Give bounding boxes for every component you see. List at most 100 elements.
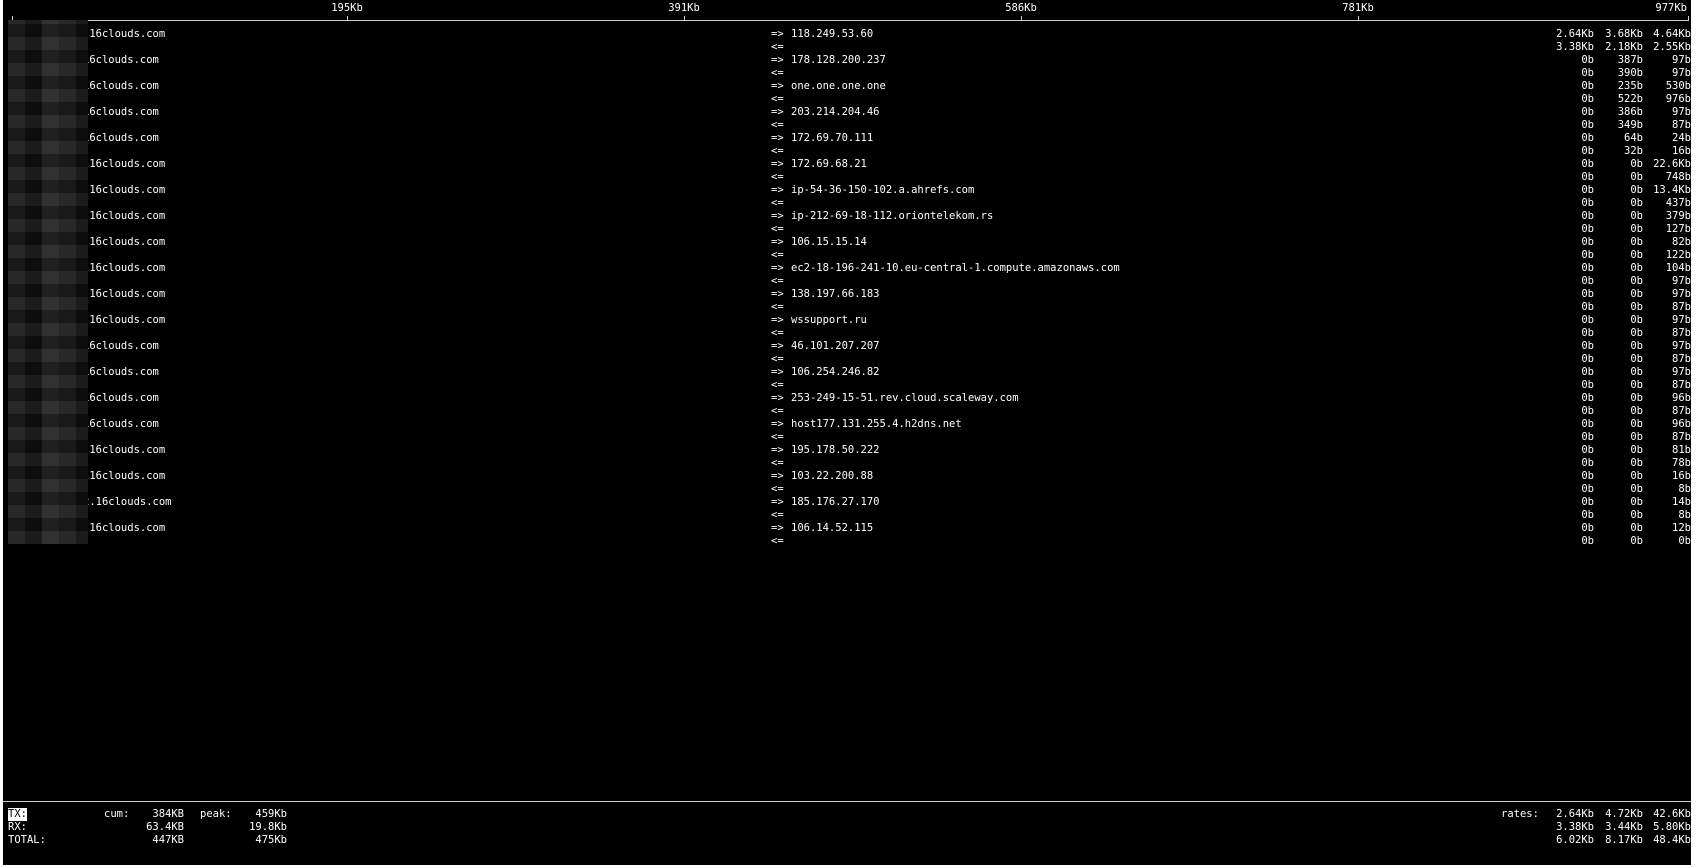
scale-tick-label: 586Kb xyxy=(1005,2,1037,14)
cum-total-value: 447KB xyxy=(152,834,184,846)
recv-rate-10s: 0b xyxy=(1630,431,1643,443)
recv-rate-10s: 0b xyxy=(1630,457,1643,469)
total-label: TOTAL: xyxy=(8,834,46,846)
recv-rate-10s: 0b xyxy=(1630,275,1643,287)
sent-rate-40s: 96b xyxy=(1672,418,1691,430)
remote-host: 203.214.204.46 xyxy=(791,106,880,118)
recv-rate-40s: 127b xyxy=(1665,223,1691,235)
recv-rate-10s: 0b xyxy=(1630,379,1643,391)
remote-host: 103.22.200.88 xyxy=(791,470,874,482)
recv-rate-10s: 522b xyxy=(1617,93,1643,105)
sent-rate-2s: 0b xyxy=(1581,496,1594,508)
arrow-out: => xyxy=(771,236,784,248)
recv-rate-10s: 0b xyxy=(1630,197,1643,209)
arrow-in: <= xyxy=(771,41,784,53)
sent-rate-40s: 97b xyxy=(1672,340,1691,352)
sent-rate-2s: 0b xyxy=(1581,418,1594,430)
rate-rx-2s: 3.38Kb xyxy=(1556,821,1594,833)
sent-rate-40s: 22.6Kb xyxy=(1653,158,1691,170)
recv-rate-40s: 0b xyxy=(1678,535,1691,547)
local-host: 16clouds.com xyxy=(83,106,159,118)
arrow-out: => xyxy=(771,158,784,170)
sent-rate-10s: 0b xyxy=(1630,418,1643,430)
scale-tick-mark xyxy=(347,16,348,21)
sent-rate-10s: 235b xyxy=(1617,80,1643,92)
arrow-out: => xyxy=(771,80,784,92)
sent-rate-2s: 0b xyxy=(1581,184,1594,196)
sent-rate-2s: 0b xyxy=(1581,262,1594,274)
recv-rate-2s: 0b xyxy=(1581,353,1594,365)
local-host: 16clouds.com xyxy=(83,132,159,144)
recv-rate-40s: 748b xyxy=(1665,171,1691,183)
cum-tx-value: 384KB xyxy=(152,808,184,820)
sent-rate-40s: 4.64Kb xyxy=(1653,28,1691,40)
sent-rate-40s: 81b xyxy=(1672,444,1691,456)
tx-label: TX: xyxy=(8,808,27,821)
footer-divider xyxy=(3,801,1691,802)
scale-axis-line xyxy=(12,20,1689,21)
sent-rate-10s: 0b xyxy=(1630,158,1643,170)
sent-rate-40s: 97b xyxy=(1672,366,1691,378)
recv-rate-40s: 2.55Kb xyxy=(1653,41,1691,53)
recv-rate-10s: 32b xyxy=(1624,145,1643,157)
sent-rate-10s: 0b xyxy=(1630,314,1643,326)
arrow-in: <= xyxy=(771,145,784,157)
sent-rate-2s: 2.64Kb xyxy=(1556,28,1594,40)
sent-rate-2s: 0b xyxy=(1581,158,1594,170)
local-host: .16clouds.com xyxy=(83,288,166,300)
scale-tick-mark xyxy=(684,16,685,21)
scale-tick-label: 391Kb xyxy=(668,2,700,14)
rate-tx-40s: 42.6Kb xyxy=(1653,808,1691,820)
recv-rate-2s: 0b xyxy=(1581,171,1594,183)
sent-rate-10s: 0b xyxy=(1630,288,1643,300)
local-host: .16clouds.com xyxy=(83,28,166,40)
arrow-out: => xyxy=(771,132,784,144)
arrow-in: <= xyxy=(771,67,784,79)
remote-host: 172.69.70.111 xyxy=(791,132,874,144)
sent-rate-2s: 0b xyxy=(1581,288,1594,300)
sent-rate-40s: 97b xyxy=(1672,106,1691,118)
sent-rate-2s: 0b xyxy=(1581,236,1594,248)
recv-rate-2s: 0b xyxy=(1581,93,1594,105)
local-host: .16clouds.com xyxy=(83,184,166,196)
recv-rate-40s: 87b xyxy=(1672,405,1691,417)
sent-rate-40s: 12b xyxy=(1672,522,1691,534)
arrow-out: => xyxy=(771,184,784,196)
local-host: .16clouds.com xyxy=(83,444,166,456)
local-host: 16clouds.com xyxy=(83,392,159,404)
arrow-out: => xyxy=(771,28,784,40)
sent-rate-2s: 0b xyxy=(1581,366,1594,378)
recv-rate-40s: 87b xyxy=(1672,379,1691,391)
arrow-in: <= xyxy=(771,93,784,105)
sent-rate-10s: 0b xyxy=(1630,184,1643,196)
remote-host: 172.69.68.21 xyxy=(791,158,867,170)
local-host: 2.16clouds.com xyxy=(83,496,172,508)
sent-rate-10s: 0b xyxy=(1630,236,1643,248)
rate-total-40s: 48.4Kb xyxy=(1653,834,1691,846)
sent-rate-40s: 14b xyxy=(1672,496,1691,508)
local-host: .16clouds.com xyxy=(83,236,166,248)
arrow-out: => xyxy=(771,496,784,508)
recv-rate-2s: 3.38Kb xyxy=(1556,41,1594,53)
local-host: 16clouds.com xyxy=(83,366,159,378)
sent-rate-10s: 0b xyxy=(1630,444,1643,456)
arrow-in: <= xyxy=(771,431,784,443)
sent-rate-2s: 0b xyxy=(1581,106,1594,118)
recv-rate-40s: 437b xyxy=(1665,197,1691,209)
arrow-in: <= xyxy=(771,301,784,313)
rate-tx-10s: 4.72Kb xyxy=(1605,808,1643,820)
recv-rate-10s: 0b xyxy=(1630,249,1643,261)
recv-rate-40s: 87b xyxy=(1672,327,1691,339)
sent-rate-40s: 379b xyxy=(1665,210,1691,222)
arrow-in: <= xyxy=(771,535,784,547)
recv-rate-10s: 2.18Kb xyxy=(1605,41,1643,53)
arrow-out: => xyxy=(771,210,784,222)
remote-host: ip-54-36-150-102.a.ahrefs.com xyxy=(791,184,975,196)
sent-rate-2s: 0b xyxy=(1581,80,1594,92)
arrow-in: <= xyxy=(771,509,784,521)
arrow-in: <= xyxy=(771,223,784,235)
recv-rate-10s: 0b xyxy=(1630,509,1643,521)
sent-rate-10s: 64b xyxy=(1624,132,1643,144)
scale-tick-mark xyxy=(1688,16,1689,21)
recv-rate-40s: 8b xyxy=(1678,509,1691,521)
